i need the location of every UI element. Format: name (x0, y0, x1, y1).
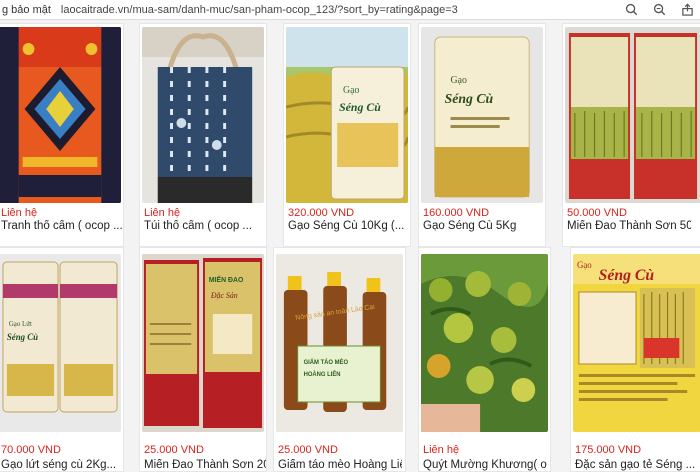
product-price: 25.000 VND (144, 444, 204, 456)
product-name[interactable]: Gạo lứt séng cù 2Kg... (1, 459, 123, 471)
gao-label: Gạo (451, 75, 467, 86)
product-price: 160.000 VND (423, 207, 490, 219)
product-name[interactable]: Gạo Séng Cù 10Kg (... (288, 220, 410, 232)
product-card[interactable]: MIẾN ĐAO Đặc Sản 25.000 VND Miến Đao Thà… (139, 247, 267, 472)
product-price: 320.000 VND (288, 207, 355, 219)
giam-tao-meo-label: GIẤM TÁO MÈO (304, 358, 349, 366)
product-card[interactable]: Liên hệ Túi thổ cẩm ( ocop ... (139, 23, 267, 247)
product-name[interactable]: Quýt Mường Khương( ocop ... (423, 459, 547, 471)
product-price: Liên hệ (1, 207, 38, 219)
gao-label: Gạo (343, 85, 359, 96)
product-image[interactable]: Gạo Lứt Séng Cù (0, 254, 121, 432)
product-image[interactable] (142, 27, 264, 203)
product-image[interactable]: Gạo Séng Cù (286, 27, 408, 203)
product-image[interactable] (0, 27, 121, 203)
product-image[interactable] (565, 27, 700, 203)
brand-label: Séng Cù (445, 92, 494, 107)
product-price: 70.000 VND (1, 444, 61, 456)
product-image[interactable]: Gạo Séng Cù (421, 27, 543, 203)
address-field[interactable]: g bảo mật laocaitrade.vn/mua-sam/danh-mu… (0, 4, 458, 16)
dac-san-label: Đặc Sản (210, 291, 238, 300)
product-price: Liên hệ (144, 207, 181, 219)
product-card[interactable]: Gạo Séng Cù 160.000 VND Gạo Séng Cù 5Kg (418, 23, 546, 247)
browser-address-bar[interactable]: g bảo mật laocaitrade.vn/mua-sam/danh-mu… (0, 0, 700, 20)
product-card[interactable]: Gạo Séng Cù 175.000 VND Đặc sản gạo tẻ S… (570, 247, 700, 472)
product-image[interactable] (421, 254, 548, 432)
product-name[interactable]: Đặc sản gạo tẻ Séng ... (575, 459, 699, 471)
product-name[interactable]: Tranh thổ cẩm ( ocop ... (1, 220, 123, 232)
product-price: Liên hệ (423, 444, 460, 456)
product-name[interactable]: Túi thổ cẩm ( ocop ... (144, 220, 266, 232)
brand-label: Séng Cù (7, 332, 38, 342)
product-card[interactable]: Liên hệ Tranh thổ cẩm ( ocop ... (0, 23, 124, 247)
hoang-lien-label: HOÀNG LIÊN (304, 370, 341, 378)
product-image[interactable]: MIẾN ĐAO Đặc Sản (142, 254, 264, 432)
product-name[interactable]: Miến Đao Thành Sơn 500g ... (567, 220, 691, 232)
zoom-icon[interactable] (652, 2, 666, 16)
url-text[interactable]: laocaitrade.vn/mua-sam/danh-muc/san-pham… (61, 4, 458, 16)
gao-lut-label: Gạo Lứt (9, 320, 32, 328)
security-label[interactable]: g bảo mật (0, 4, 51, 16)
gao-label: Gạo (577, 260, 592, 270)
search-icon[interactable] (624, 2, 638, 16)
product-price: 50.000 VND (567, 207, 627, 219)
brand-label: Séng Cù (599, 267, 655, 284)
product-card[interactable]: Gạo Séng Cù 320.000 VND Gạo Séng Cù 10Kg… (283, 23, 411, 247)
product-price: 175.000 VND (575, 444, 642, 456)
product-image[interactable]: GIẤM TÁO MÈO HOÀNG LIÊN Nông sản an toàn… (276, 254, 403, 432)
product-card[interactable]: Gạo Lứt Séng Cù 70.000 VND Gạo lứt séng … (0, 247, 124, 472)
product-name[interactable]: Miến Đao Thành Sơn 200g (144, 459, 266, 471)
share-icon[interactable] (680, 2, 694, 16)
product-card[interactable]: GIẤM TÁO MÈO HOÀNG LIÊN Nông sản an toàn… (273, 247, 406, 472)
product-name[interactable]: Giấm táo mèo Hoàng Liên ... (278, 459, 402, 471)
product-name[interactable]: Gạo Séng Cù 5Kg (423, 220, 545, 232)
address-bar-icons (624, 2, 694, 16)
product-price: 25.000 VND (278, 444, 338, 456)
product-image[interactable]: Gạo Séng Cù (573, 254, 700, 432)
brand-label: Séng Cù (339, 100, 381, 114)
product-grid: Liên hệ Tranh thổ cẩm ( ocop ... Liên hệ… (0, 20, 700, 472)
product-card[interactable]: Liên hệ Quýt Mường Khương( ocop ... (418, 247, 551, 472)
product-card[interactable]: 50.000 VND Miến Đao Thành Sơn 500g ... (562, 23, 700, 247)
